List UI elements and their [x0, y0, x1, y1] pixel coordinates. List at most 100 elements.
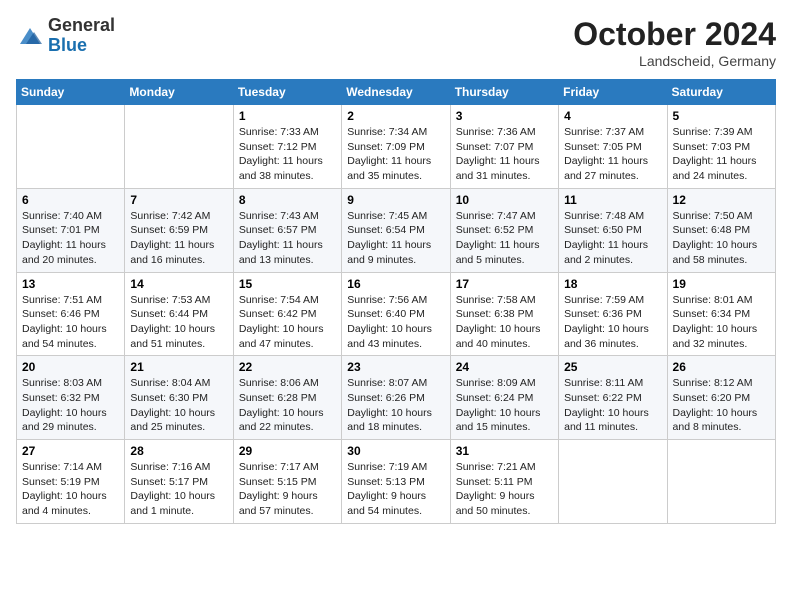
- calendar-week-3: 13 Sunrise: 7:51 AM Sunset: 6:46 PM Dayli…: [17, 272, 776, 356]
- calendar-cell: [559, 440, 667, 524]
- day-number: 24: [456, 360, 553, 374]
- calendar-cell: 26 Sunrise: 8:12 AM Sunset: 6:20 PM Dayli…: [667, 356, 775, 440]
- day-number: 9: [347, 193, 444, 207]
- weekday-header-thursday: Thursday: [450, 80, 558, 105]
- calendar-cell: 5 Sunrise: 7:39 AM Sunset: 7:03 PM Daylig…: [667, 105, 775, 189]
- day-info: Sunrise: 7:51 AM Sunset: 6:46 PM Dayligh…: [22, 293, 119, 352]
- day-number: 25: [564, 360, 661, 374]
- day-info: Sunrise: 7:43 AM Sunset: 6:57 PM Dayligh…: [239, 209, 336, 268]
- weekday-header-wednesday: Wednesday: [342, 80, 450, 105]
- day-info: Sunrise: 8:06 AM Sunset: 6:28 PM Dayligh…: [239, 376, 336, 435]
- day-info: Sunrise: 7:21 AM Sunset: 5:11 PM Dayligh…: [456, 460, 553, 519]
- day-info: Sunrise: 7:17 AM Sunset: 5:15 PM Dayligh…: [239, 460, 336, 519]
- day-info: Sunrise: 7:56 AM Sunset: 6:40 PM Dayligh…: [347, 293, 444, 352]
- calendar-cell: 12 Sunrise: 7:50 AM Sunset: 6:48 PM Dayli…: [667, 188, 775, 272]
- day-number: 20: [22, 360, 119, 374]
- day-number: 13: [22, 277, 119, 291]
- calendar-cell: 4 Sunrise: 7:37 AM Sunset: 7:05 PM Daylig…: [559, 105, 667, 189]
- day-number: 31: [456, 444, 553, 458]
- day-number: 26: [673, 360, 770, 374]
- day-number: 8: [239, 193, 336, 207]
- weekday-header-row: SundayMondayTuesdayWednesdayThursdayFrid…: [17, 80, 776, 105]
- day-number: 10: [456, 193, 553, 207]
- logo: General Blue: [16, 16, 115, 56]
- calendar-cell: 7 Sunrise: 7:42 AM Sunset: 6:59 PM Daylig…: [125, 188, 233, 272]
- day-number: 3: [456, 109, 553, 123]
- day-number: 1: [239, 109, 336, 123]
- day-number: 30: [347, 444, 444, 458]
- calendar-cell: 30 Sunrise: 7:19 AM Sunset: 5:13 PM Dayli…: [342, 440, 450, 524]
- logo-general-text: General: [48, 16, 115, 36]
- calendar-cell: 3 Sunrise: 7:36 AM Sunset: 7:07 PM Daylig…: [450, 105, 558, 189]
- day-number: 28: [130, 444, 227, 458]
- day-info: Sunrise: 7:48 AM Sunset: 6:50 PM Dayligh…: [564, 209, 661, 268]
- day-info: Sunrise: 8:01 AM Sunset: 6:34 PM Dayligh…: [673, 293, 770, 352]
- day-number: 12: [673, 193, 770, 207]
- day-info: Sunrise: 8:12 AM Sunset: 6:20 PM Dayligh…: [673, 376, 770, 435]
- title-block: October 2024 Landscheid, Germany: [573, 16, 776, 69]
- page-header: General Blue October 2024 Landscheid, Ge…: [16, 16, 776, 69]
- calendar-cell: 1Sunrise: 7:33 AM Sunset: 7:12 PM Daylig…: [233, 105, 341, 189]
- calendar-cell: 11 Sunrise: 7:48 AM Sunset: 6:50 PM Dayli…: [559, 188, 667, 272]
- day-number: 27: [22, 444, 119, 458]
- day-info: Sunrise: 7:37 AM Sunset: 7:05 PM Dayligh…: [564, 125, 661, 184]
- day-info: Sunrise: 8:04 AM Sunset: 6:30 PM Dayligh…: [130, 376, 227, 435]
- day-number: 22: [239, 360, 336, 374]
- calendar-cell: 23Sunrise: 8:07 AM Sunset: 6:26 PM Dayli…: [342, 356, 450, 440]
- calendar-week-1: 1Sunrise: 7:33 AM Sunset: 7:12 PM Daylig…: [17, 105, 776, 189]
- weekday-header-sunday: Sunday: [17, 80, 125, 105]
- day-info: Sunrise: 8:09 AM Sunset: 6:24 PM Dayligh…: [456, 376, 553, 435]
- calendar-cell: 13 Sunrise: 7:51 AM Sunset: 6:46 PM Dayli…: [17, 272, 125, 356]
- day-info: Sunrise: 7:59 AM Sunset: 6:36 PM Dayligh…: [564, 293, 661, 352]
- day-info: Sunrise: 8:03 AM Sunset: 6:32 PM Dayligh…: [22, 376, 119, 435]
- weekday-header-friday: Friday: [559, 80, 667, 105]
- day-info: Sunrise: 7:54 AM Sunset: 6:42 PM Dayligh…: [239, 293, 336, 352]
- day-number: 23: [347, 360, 444, 374]
- calendar-cell: [125, 105, 233, 189]
- calendar-cell: 18Sunrise: 7:59 AM Sunset: 6:36 PM Dayli…: [559, 272, 667, 356]
- day-number: 16: [347, 277, 444, 291]
- calendar-cell: 17Sunrise: 7:58 AM Sunset: 6:38 PM Dayli…: [450, 272, 558, 356]
- day-number: 11: [564, 193, 661, 207]
- calendar-week-2: 6 Sunrise: 7:40 AM Sunset: 7:01 PM Daylig…: [17, 188, 776, 272]
- day-number: 5: [673, 109, 770, 123]
- day-number: 4: [564, 109, 661, 123]
- calendar-table: SundayMondayTuesdayWednesdayThursdayFrid…: [16, 79, 776, 524]
- day-info: Sunrise: 7:45 AM Sunset: 6:54 PM Dayligh…: [347, 209, 444, 268]
- logo-blue-text: Blue: [48, 36, 115, 56]
- day-number: 7: [130, 193, 227, 207]
- day-number: 14: [130, 277, 227, 291]
- day-info: Sunrise: 7:50 AM Sunset: 6:48 PM Dayligh…: [673, 209, 770, 268]
- calendar-cell: 27Sunrise: 7:14 AM Sunset: 5:19 PM Dayli…: [17, 440, 125, 524]
- weekday-header-saturday: Saturday: [667, 80, 775, 105]
- day-info: Sunrise: 7:58 AM Sunset: 6:38 PM Dayligh…: [456, 293, 553, 352]
- calendar-cell: 15 Sunrise: 7:54 AM Sunset: 6:42 PM Dayli…: [233, 272, 341, 356]
- calendar-cell: [667, 440, 775, 524]
- day-number: 6: [22, 193, 119, 207]
- calendar-week-5: 27Sunrise: 7:14 AM Sunset: 5:19 PM Dayli…: [17, 440, 776, 524]
- day-info: Sunrise: 8:11 AM Sunset: 6:22 PM Dayligh…: [564, 376, 661, 435]
- day-info: Sunrise: 7:19 AM Sunset: 5:13 PM Dayligh…: [347, 460, 444, 519]
- calendar-cell: 21 Sunrise: 8:04 AM Sunset: 6:30 PM Dayli…: [125, 356, 233, 440]
- day-info: Sunrise: 7:36 AM Sunset: 7:07 PM Dayligh…: [456, 125, 553, 184]
- calendar-cell: 16 Sunrise: 7:56 AM Sunset: 6:40 PM Dayli…: [342, 272, 450, 356]
- calendar-cell: 28 Sunrise: 7:16 AM Sunset: 5:17 PM Dayli…: [125, 440, 233, 524]
- day-info: Sunrise: 7:39 AM Sunset: 7:03 PM Dayligh…: [673, 125, 770, 184]
- calendar-cell: 22 Sunrise: 8:06 AM Sunset: 6:28 PM Dayli…: [233, 356, 341, 440]
- month-title: October 2024: [573, 16, 776, 53]
- day-number: 21: [130, 360, 227, 374]
- day-info: Sunrise: 7:42 AM Sunset: 6:59 PM Dayligh…: [130, 209, 227, 268]
- calendar-cell: [17, 105, 125, 189]
- day-info: Sunrise: 7:16 AM Sunset: 5:17 PM Dayligh…: [130, 460, 227, 519]
- calendar-cell: 29Sunrise: 7:17 AM Sunset: 5:15 PM Dayli…: [233, 440, 341, 524]
- calendar-cell: 6 Sunrise: 7:40 AM Sunset: 7:01 PM Daylig…: [17, 188, 125, 272]
- logo-text: General Blue: [48, 16, 115, 56]
- day-number: 15: [239, 277, 336, 291]
- day-info: Sunrise: 7:53 AM Sunset: 6:44 PM Dayligh…: [130, 293, 227, 352]
- calendar-cell: 19Sunrise: 8:01 AM Sunset: 6:34 PM Dayli…: [667, 272, 775, 356]
- weekday-header-tuesday: Tuesday: [233, 80, 341, 105]
- calendar-cell: 31 Sunrise: 7:21 AM Sunset: 5:11 PM Dayli…: [450, 440, 558, 524]
- calendar-cell: 20 Sunrise: 8:03 AM Sunset: 6:32 PM Dayli…: [17, 356, 125, 440]
- calendar-cell: 14 Sunrise: 7:53 AM Sunset: 6:44 PM Dayli…: [125, 272, 233, 356]
- day-info: Sunrise: 7:40 AM Sunset: 7:01 PM Dayligh…: [22, 209, 119, 268]
